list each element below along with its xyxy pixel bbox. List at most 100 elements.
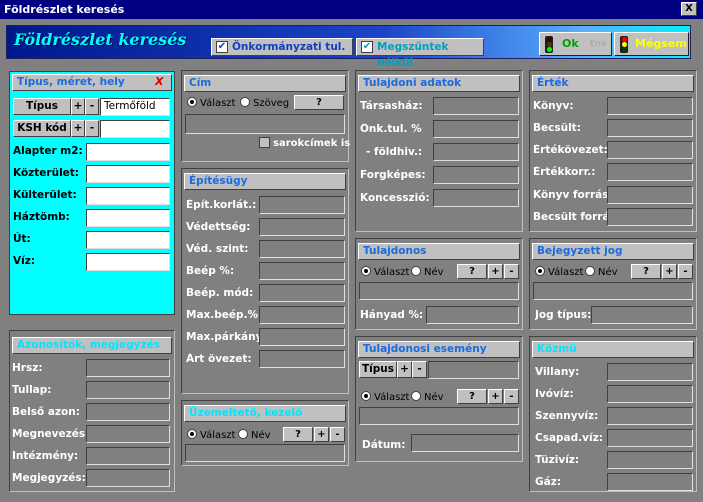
foldhiv-field[interactable] <box>433 143 519 161</box>
esemeny-plus2-button[interactable]: + <box>488 389 503 404</box>
ertekkorr-field[interactable] <box>607 163 693 181</box>
viz-field[interactable] <box>86 253 170 271</box>
intezmeny-field[interactable] <box>86 447 170 465</box>
hanyad-field[interactable] <box>426 306 519 324</box>
esemeny-nev-radio[interactable]: Név <box>411 391 444 403</box>
esemeny-plus-button[interactable]: + <box>397 361 412 378</box>
megnevezes-label: Megnevezés: <box>12 428 90 440</box>
esemeny-minus2-button[interactable]: - <box>504 389 519 404</box>
konyv-field[interactable] <box>607 97 693 115</box>
window-title: Földrészlet keresés <box>0 0 703 19</box>
bejegyzett-jog-title: Bejegyzett jog <box>532 243 694 260</box>
konyv-forras-field[interactable] <box>607 186 693 204</box>
beep-mod-field[interactable] <box>259 284 345 302</box>
ut-label: Út: <box>13 233 31 245</box>
jog-nev-radio[interactable]: Név <box>585 266 618 278</box>
tulajdonos-question-button[interactable]: ? <box>457 264 487 279</box>
onkormanyzati-checkbox[interactable]: ✔ Önkormányzati tul. <box>211 38 353 56</box>
jog-minus-button[interactable]: - <box>678 264 693 279</box>
epit-korlat-label: Épít.korlát.: <box>186 199 257 211</box>
esemeny-tipus-field[interactable] <box>428 361 519 379</box>
megnevezes-field[interactable] <box>86 425 170 443</box>
cim-question-button[interactable]: ? <box>294 95 344 110</box>
cim-valaszt-radio[interactable]: Választ <box>187 97 235 109</box>
kozterulet-label: Közterület: <box>13 167 80 179</box>
tullap-field[interactable] <box>86 381 170 399</box>
becsult-field[interactable] <box>607 119 693 137</box>
window-close-button[interactable]: X <box>681 2 697 16</box>
gaz-label: Gáz: <box>535 476 562 488</box>
tipus-button[interactable]: Típus <box>13 98 71 115</box>
vedettseg-field[interactable] <box>259 218 345 236</box>
uzem-nev-radio[interactable]: Név <box>238 429 271 441</box>
cim-field[interactable] <box>185 114 345 134</box>
gaz-field[interactable] <box>607 473 693 491</box>
megjegyzes-field[interactable] <box>86 469 170 487</box>
tipus-panel-close-icon[interactable]: X <box>155 75 163 88</box>
kulterulet-field[interactable] <box>86 187 170 205</box>
onk-tul-field[interactable] <box>433 120 519 138</box>
tulajdonos-minus-button[interactable]: - <box>504 264 519 279</box>
tipus-field[interactable]: Termőföld <box>100 98 170 116</box>
tarsashaz-field[interactable] <box>433 97 519 115</box>
ertekovezet-field[interactable] <box>607 141 693 159</box>
jog-plus-button[interactable]: + <box>662 264 677 279</box>
belso-azon-field[interactable] <box>86 403 170 421</box>
ved-szint-field[interactable] <box>259 240 345 258</box>
kozterulet-field[interactable] <box>86 165 170 183</box>
bejegyzett-jog-field[interactable] <box>533 282 693 300</box>
banner-title: Földrészlet keresés <box>14 30 187 49</box>
szennyviz-field[interactable] <box>607 407 693 425</box>
csapadviz-field[interactable] <box>607 429 693 447</box>
tulajdonos-nev-radio[interactable]: Név <box>411 266 444 278</box>
max-beep-field[interactable] <box>259 306 345 324</box>
tuziviz-field[interactable] <box>607 451 693 469</box>
sarokcimek-checkbox[interactable]: sarokcímek is <box>259 137 350 149</box>
villany-field[interactable] <box>607 363 693 381</box>
esemeny-valaszt-radio[interactable]: Választ <box>361 391 409 403</box>
jog-valaszt-radio[interactable]: Választ <box>535 266 583 278</box>
haztomb-field[interactable] <box>86 209 170 227</box>
tuziviz-label: Tüzivíz: <box>535 454 580 466</box>
uzemelteto-field[interactable] <box>185 444 345 462</box>
datum-field[interactable] <box>411 434 519 452</box>
esemeny-minus-button[interactable]: - <box>412 361 427 378</box>
epit-korlat-field[interactable] <box>259 196 345 214</box>
uzem-plus-button[interactable]: + <box>314 427 329 442</box>
tipus-plus-button[interactable]: + <box>71 98 85 115</box>
tipus-panel-title: Típus, méret, hely <box>12 74 172 91</box>
ksh-kod-field[interactable] <box>100 120 170 138</box>
ok-button[interactable]: Ok Erre <box>539 32 612 56</box>
ksh-plus-button[interactable]: + <box>71 120 85 137</box>
forgkepes-field[interactable] <box>433 166 519 184</box>
tipus-minus-button[interactable]: - <box>85 98 99 115</box>
esemeny-question-button[interactable]: ? <box>457 389 487 404</box>
tulajdonos-plus-button[interactable]: + <box>488 264 503 279</box>
alapter-field[interactable] <box>86 143 170 161</box>
becsult-forras-field[interactable] <box>607 208 693 226</box>
beep-szazalek-field[interactable] <box>259 262 345 280</box>
megszuntek-checkbox[interactable]: ✔ Megszűntek nélkül <box>356 38 484 69</box>
uzem-valaszt-radio[interactable]: Választ <box>187 429 235 441</box>
jog-question-button[interactable]: ? <box>631 264 661 279</box>
beep-szazalek-label: Beép %: <box>186 265 235 277</box>
traffic-light-icon <box>545 36 553 53</box>
ksh-kod-button[interactable]: KSH kód <box>13 120 71 137</box>
tulajdonos-field[interactable] <box>359 282 519 300</box>
cim-szoveg-radio[interactable]: Szöveg <box>240 97 289 109</box>
uzem-minus-button[interactable]: - <box>330 427 345 442</box>
ut-field[interactable] <box>86 231 170 249</box>
jog-tipus-field[interactable] <box>591 306 693 324</box>
hrsz-field[interactable] <box>86 359 170 377</box>
uzem-question-button[interactable]: ? <box>283 427 313 442</box>
esemeny-tipus-button[interactable]: Típus <box>359 361 397 378</box>
ksh-minus-button[interactable]: - <box>85 120 99 137</box>
art-ovezet-field[interactable] <box>259 350 345 368</box>
koncesszio-field[interactable] <box>433 189 519 207</box>
tulajdonos-valaszt-radio[interactable]: Választ <box>361 266 409 278</box>
max-parkany-field[interactable] <box>259 328 345 346</box>
esemeny-nev-field[interactable] <box>359 407 519 425</box>
cancel-button[interactable]: Mégsem <box>614 32 689 56</box>
ivoviz-field[interactable] <box>607 385 693 403</box>
alapter-label: Alapter m2: <box>13 145 83 157</box>
